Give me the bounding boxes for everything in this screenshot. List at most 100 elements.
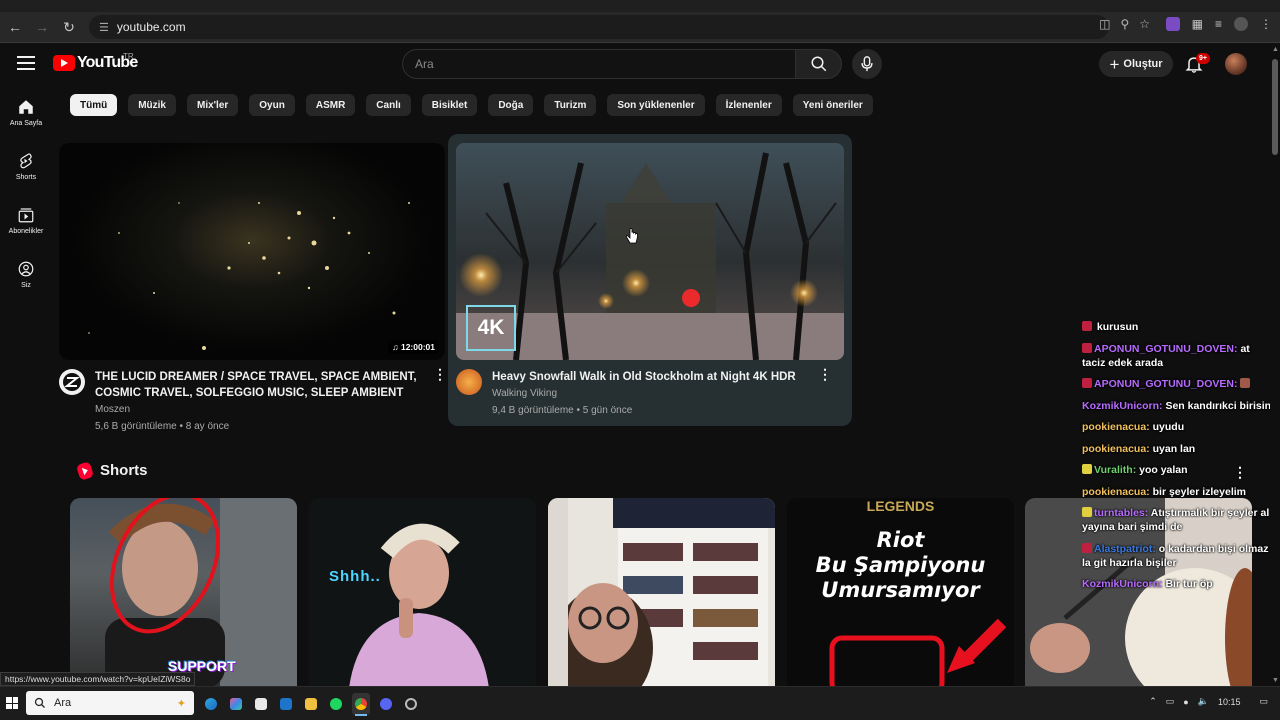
chat-text: uyudu — [1152, 421, 1185, 433]
short-graphic — [829, 618, 1007, 688]
chip-mixes[interactable]: Mix'ler — [187, 94, 239, 116]
chat-badge-icon — [1082, 542, 1092, 553]
short-card[interactable]: Shhh.. — [309, 498, 536, 688]
chip-music[interactable]: Müzik — [128, 94, 176, 116]
chip-live[interactable]: Canlı — [366, 94, 411, 116]
chat-text: kurusun — [1096, 321, 1139, 333]
forward-icon[interactable]: → — [30, 15, 54, 39]
chip-gaming[interactable]: Oyun — [249, 94, 295, 116]
live-chat-overlay: kurusun APONUN_GOTUNU_DOVEN: at taciz ed… — [1082, 320, 1272, 599]
guide-item-shorts[interactable]: Shorts — [0, 146, 52, 200]
more-actions-icon[interactable]: ⋮ — [433, 367, 447, 432]
video-card[interactable]: 4K Heavy Snowfall Walk in Old Stockholm … — [456, 143, 844, 416]
chip-all[interactable]: Tümü — [70, 94, 118, 116]
guide-menu-icon[interactable] — [17, 56, 35, 70]
chip-tourism[interactable]: Turizm — [544, 94, 597, 116]
profile-icon[interactable] — [1234, 17, 1248, 31]
channel-name[interactable]: Walking Viking — [492, 388, 810, 399]
copilot-icon[interactable] — [227, 693, 245, 715]
file-explorer-icon[interactable] — [302, 693, 320, 715]
chat-user: Vuralith: — [1094, 464, 1137, 476]
chat-message: pookienacua: bir şeyler izleyelim — [1082, 485, 1272, 499]
chip-cycling[interactable]: Bisiklet — [421, 94, 478, 116]
video-title[interactable]: Heavy Snowfall Walk in Old Stockholm at … — [492, 369, 810, 385]
tray-chevron-icon[interactable]: ⌃ — [1149, 696, 1157, 707]
chat-emote-icon — [1240, 378, 1251, 388]
youtube-logo[interactable]: YouTube TR — [53, 52, 138, 72]
chip-watched[interactable]: İzlenenler — [715, 94, 782, 116]
microphone-tray-icon[interactable]: ● — [1183, 697, 1188, 707]
guide-label: Shorts — [15, 174, 37, 181]
guide-item-subscriptions[interactable]: Abonelikler — [0, 200, 52, 254]
site-settings-icon[interactable]: ☰ — [99, 21, 109, 34]
voice-search-button[interactable] — [852, 49, 882, 79]
scroll-down-icon[interactable]: ▼ — [1272, 677, 1279, 684]
guide-label: Ana Sayfa — [9, 120, 43, 127]
mini-guide: Ana Sayfa Shorts Abonelikler Siz — [0, 92, 52, 308]
video-thumbnail[interactable]: 4K — [456, 143, 844, 360]
settings-gear-icon[interactable] — [402, 693, 420, 715]
shorts-logo-icon — [75, 460, 95, 481]
chrome-icon[interactable] — [352, 693, 370, 716]
chip-nature[interactable]: Doğa — [488, 94, 534, 116]
extension-icon[interactable] — [1165, 17, 1180, 31]
taskbar-search[interactable]: Ara ✦ — [26, 691, 194, 715]
chat-text: yoo yalan — [1139, 464, 1188, 476]
reload-icon[interactable]: ↻ — [57, 15, 81, 39]
account-avatar[interactable] — [1225, 53, 1247, 75]
channel-avatar[interactable] — [456, 369, 482, 395]
url-text: youtube.com — [116, 20, 186, 34]
search-button[interactable] — [795, 49, 842, 79]
more-actions-icon[interactable]: ⋮ — [818, 367, 832, 416]
clock[interactable]: 10:15 — [1218, 697, 1241, 707]
bookmark-star-icon[interactable]: ☆ — [1139, 17, 1150, 31]
video-meta-text: Heavy Snowfall Walk in Old Stockholm at … — [492, 369, 810, 416]
video-meta: Heavy Snowfall Walk in Old Stockholm at … — [456, 367, 844, 416]
extensions-puzzle-icon[interactable]: ▦ — [1192, 17, 1203, 31]
scroll-up-icon[interactable]: ▲ — [1272, 46, 1279, 53]
outlook-icon[interactable] — [277, 693, 295, 715]
browser-menu-icon[interactable]: ⋮ — [1260, 17, 1272, 31]
search-input[interactable] — [403, 50, 795, 78]
guide-item-you[interactable]: Siz — [0, 254, 52, 308]
spotify-icon[interactable] — [327, 693, 345, 715]
media-icon[interactable]: ≡ — [1215, 17, 1222, 31]
channel-avatar[interactable] — [59, 369, 85, 395]
chat-message: KozmikUnicorn: Sen kandırıkci birisin — [1082, 399, 1272, 413]
chat-text: bir şeyler izleyelim — [1152, 485, 1246, 498]
subscriptions-icon — [18, 208, 34, 223]
chat-user: APONUN_GOTUNU_DOVEN: — [1094, 342, 1238, 355]
chip-new-to-you[interactable]: Yeni öneriler — [792, 94, 873, 116]
short-card[interactable]: LEGENDS Riot Bu Şampiyonu Umursamıyor — [787, 498, 1014, 688]
edge-icon[interactable] — [202, 693, 220, 715]
shorts-shelf-header: Shorts — [75, 460, 148, 481]
guide-item-home[interactable]: Ana Sayfa — [0, 92, 52, 146]
install-app-icon[interactable]: ◫ — [1099, 17, 1110, 31]
chip-recently-uploaded[interactable]: Son yüklenenler — [607, 94, 705, 116]
short-card[interactable] — [548, 498, 775, 688]
video-card[interactable]: ♫ 12:00:01 THE LUCID DREAMER / SPACE TRA… — [59, 143, 447, 432]
video-meta: THE LUCID DREAMER / SPACE TRAVEL, SPACE … — [59, 367, 447, 432]
video-thumbnail[interactable]: ♫ 12:00:01 — [59, 143, 445, 360]
channel-name[interactable]: Moszen — [95, 404, 425, 415]
shorts-more-icon[interactable]: ⋮ — [1233, 464, 1247, 481]
sparkle-icon: ✦ — [176, 697, 186, 710]
discord-icon[interactable] — [377, 693, 395, 715]
network-icon[interactable]: ▭ — [1166, 696, 1175, 707]
short-card[interactable]: SUPPORT — [70, 498, 297, 688]
page-scrollbar[interactable]: ▲ ▼ — [1270, 43, 1280, 686]
create-button[interactable]: + Oluştur — [1099, 51, 1173, 77]
notification-center-icon[interactable]: ▭ — [1259, 696, 1268, 707]
chip-asmr[interactable]: ASMR — [305, 94, 356, 116]
store-icon[interactable] — [252, 693, 270, 715]
scrollbar-thumb[interactable] — [1272, 59, 1278, 155]
video-title[interactable]: THE LUCID DREAMER / SPACE TRAVEL, SPACE … — [95, 369, 425, 401]
chat-message: pookienacua: uyudu — [1082, 420, 1272, 434]
zoom-icon[interactable]: ⚲ — [1120, 17, 1129, 31]
url-field[interactable]: ☰ youtube.com — [89, 15, 1109, 39]
windows-start-icon[interactable] — [6, 697, 18, 709]
taskbar-apps — [202, 693, 420, 716]
back-icon[interactable]: ← — [3, 15, 27, 39]
volume-icon[interactable]: 🔈 — [1198, 696, 1209, 707]
microphone-icon — [861, 56, 873, 72]
